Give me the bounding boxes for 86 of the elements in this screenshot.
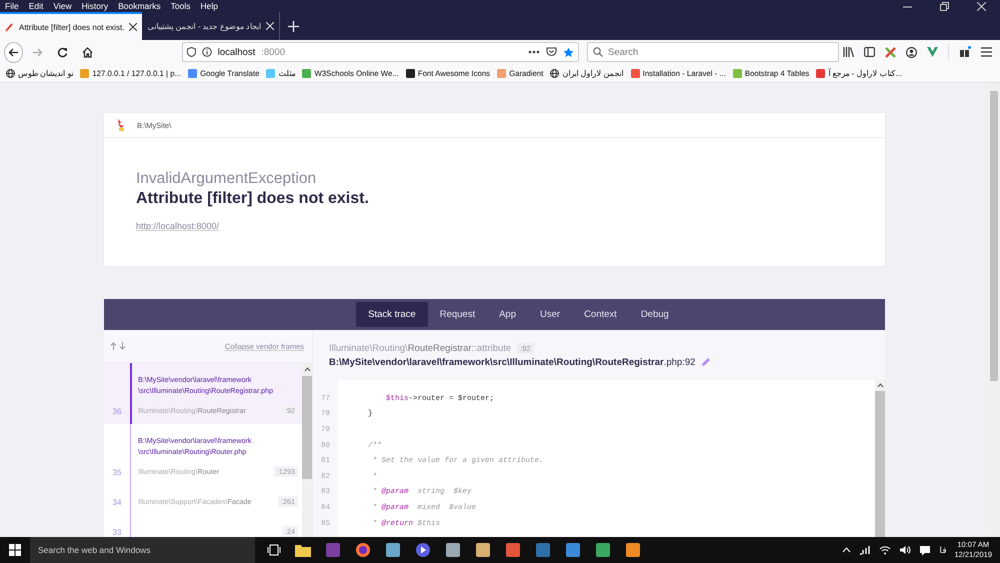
frame-number: 36 (112, 407, 122, 416)
firefox-icon[interactable] (355, 542, 371, 558)
scroll-up-icon[interactable] (304, 367, 310, 372)
frame-number: 34 (112, 498, 122, 507)
globe-icon (6, 68, 15, 78)
file-path: B:\MySite\vendor\laravel\framework\src\Illuminate\Routing\RouteRegistrar.php:92 (329, 356, 696, 368)
site-favicon-icon (406, 68, 415, 78)
site-favicon-icon (266, 68, 276, 78)
exception-message: Attribute [filter] does not exist. (136, 189, 370, 209)
url-host: localhost (218, 46, 256, 58)
section-tab[interactable]: Context (572, 302, 629, 327)
page-scrollbar[interactable] (988, 83, 1000, 537)
menu-item[interactable]: Help (195, 1, 223, 11)
shield-icon (186, 47, 196, 57)
menu-item[interactable]: Edit (24, 1, 48, 11)
app-icon[interactable] (475, 542, 491, 558)
scrollbar[interactable] (875, 380, 885, 537)
menu-icon[interactable] (981, 47, 992, 57)
search-field[interactable]: Search (587, 42, 839, 62)
menu-item[interactable]: History (76, 1, 114, 11)
back-arrow-icon (8, 46, 19, 58)
taskbar-search-field[interactable]: Search the web and Windows (30, 537, 255, 563)
browser-tab[interactable]: Attribute [filter] does not exist. (0, 12, 142, 40)
ignition-logo-icon (117, 119, 125, 131)
scroll-up-icon[interactable] (876, 383, 884, 388)
section-tab[interactable]: App (487, 302, 528, 327)
tab-title: ایجاد موضوع جدید - انجمن پشتیبانی (147, 22, 262, 30)
home-icon[interactable] (82, 46, 93, 58)
notification-icon[interactable] (919, 544, 932, 556)
down-arrow-icon[interactable] (119, 342, 126, 350)
app-icon[interactable] (595, 542, 611, 558)
reload-icon[interactable] (56, 46, 68, 58)
site-favicon-icon (302, 68, 312, 78)
app-icon[interactable] (385, 542, 401, 558)
account-icon[interactable] (906, 46, 917, 58)
up-arrow-icon[interactable] (110, 342, 117, 350)
site-favicon-icon (732, 68, 742, 78)
tab-title: Attribute [filter] does not exist. (19, 22, 124, 32)
menu-item[interactable]: File (0, 1, 24, 11)
network-icon[interactable] (859, 545, 872, 555)
section-tab[interactable]: Request (428, 302, 488, 327)
plus-icon[interactable] (288, 20, 300, 32)
section-tab[interactable]: User (528, 302, 572, 327)
pocket-icon[interactable] (546, 47, 557, 57)
scrollbar[interactable] (302, 363, 312, 537)
cross-mark-icon[interactable] (885, 46, 896, 58)
info-icon (202, 47, 212, 57)
app-icon[interactable] (625, 542, 641, 558)
menu-item[interactable]: Bookmarks (113, 1, 166, 11)
gift-icon[interactable] (959, 46, 971, 58)
keyboard-language[interactable]: فا (939, 545, 946, 555)
section-tab[interactable]: Debug (628, 302, 681, 327)
frame-number: 35 (112, 468, 122, 477)
address-bar[interactable]: localhost :8000 (182, 42, 579, 62)
sidebar-icon[interactable] (864, 47, 875, 57)
globe-icon (550, 68, 560, 78)
site-favicon-icon (497, 68, 506, 78)
frame-number: 33 (112, 528, 122, 537)
back-button[interactable] (4, 42, 23, 62)
star-icon[interactable] (563, 46, 574, 58)
menu-item[interactable]: Tools (166, 1, 196, 11)
site-favicon-icon (80, 68, 90, 78)
chevron-up-icon[interactable] (842, 547, 852, 553)
site-favicon-icon (188, 68, 198, 78)
play-icon[interactable] (415, 542, 431, 558)
menu-item[interactable]: View (48, 1, 77, 11)
app-icon[interactable] (505, 542, 521, 558)
task-view-icon[interactable] (267, 544, 281, 556)
brush-icon (5, 22, 14, 32)
app-icon[interactable] (445, 542, 461, 558)
frame-method: Illuminate\Routing\RouteRegistrar::attribute (329, 342, 512, 354)
v-logo-icon[interactable] (927, 47, 938, 57)
volume-icon[interactable] (899, 545, 912, 555)
windows-logo-icon[interactable] (9, 544, 21, 556)
exception-class: InvalidArgumentException (136, 169, 318, 189)
wifi-icon[interactable] (879, 545, 892, 555)
more-dots-icon[interactable] (528, 50, 540, 54)
app-icon[interactable] (565, 542, 581, 558)
folder-icon[interactable] (295, 543, 311, 557)
restore-icon[interactable] (940, 2, 949, 10)
library-icon[interactable] (843, 47, 854, 57)
section-tab[interactable]: Stack trace (356, 302, 428, 327)
close-icon[interactable] (129, 23, 138, 31)
site-favicon-icon (630, 68, 640, 78)
url-port: :8000 (261, 46, 285, 58)
site-favicon-icon (816, 68, 826, 78)
